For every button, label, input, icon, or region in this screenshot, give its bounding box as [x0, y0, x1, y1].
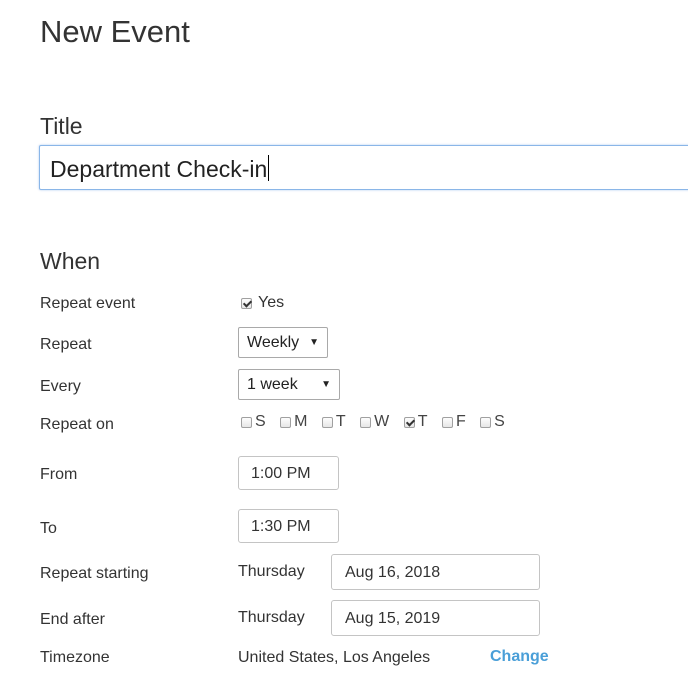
repeat-starting-date-value: Aug 16, 2018: [345, 564, 441, 581]
day-checkbox[interactable]: [441, 416, 453, 428]
timezone-value: United States, Los Angeles: [238, 649, 431, 666]
day-checkbox[interactable]: [241, 416, 252, 428]
end-after-label: End after: [40, 611, 105, 628]
repeat-event-label: Repeat event: [40, 295, 136, 312]
day-option-friday[interactable]: F: [441, 413, 466, 431]
repeat-event-yes-label: Yes: [258, 294, 285, 311]
repeat-frequency-select[interactable]: Weekly ▼: [238, 327, 328, 358]
day-checkbox[interactable]: [280, 416, 292, 428]
day-option-sunday[interactable]: S: [241, 413, 266, 431]
day-checkbox[interactable]: [403, 416, 415, 428]
new-event-page: New Event Title Department Check-in When…: [0, 0, 688, 695]
page-title: New Event: [40, 14, 190, 49]
event-title-value: Department Check-in: [50, 156, 268, 182]
end-after-date-value: Aug 15, 2019: [345, 610, 441, 627]
to-time-input[interactable]: 1:30 PM: [238, 509, 339, 543]
day-checkbox[interactable]: [480, 416, 492, 428]
dropdown-arrow-icon: ▼: [321, 379, 331, 390]
event-title-input[interactable]: Department Check-in: [39, 145, 688, 190]
day-option-tuesday[interactable]: T: [321, 413, 346, 431]
end-after-weekday: Thursday: [238, 609, 305, 626]
from-time-input[interactable]: 1:00 PM: [238, 456, 339, 490]
repeat-label: Repeat: [40, 336, 92, 353]
text-caret: [268, 155, 270, 181]
end-after-date-input[interactable]: Aug 15, 2019: [331, 600, 540, 636]
repeat-starting-date-input[interactable]: Aug 16, 2018: [331, 554, 540, 590]
repeat-on-label: Repeat on: [40, 416, 114, 433]
day-label: F: [455, 413, 466, 430]
every-interval-select[interactable]: 1 week ▼: [238, 369, 340, 400]
change-timezone-link[interactable]: Change: [490, 648, 549, 666]
title-section-heading: Title: [40, 113, 83, 139]
day-label: T: [335, 413, 346, 430]
day-checkbox[interactable]: [360, 416, 372, 428]
repeat-frequency-value: Weekly: [247, 334, 300, 351]
repeat-starting-label: Repeat starting: [40, 565, 149, 582]
repeat-event-option[interactable]: Yes: [241, 294, 284, 312]
dropdown-arrow-icon: ▼: [309, 337, 319, 348]
day-option-thursday[interactable]: T: [403, 413, 428, 431]
day-label: T: [417, 413, 428, 430]
from-time-value: 1:00 PM: [251, 465, 311, 482]
repeat-event-checkbox[interactable]: [241, 297, 252, 309]
repeat-starting-weekday: Thursday: [238, 563, 305, 580]
day-label: S: [255, 413, 266, 430]
from-label: From: [40, 466, 78, 483]
every-interval-value: 1 week: [247, 376, 298, 393]
every-label: Every: [40, 378, 81, 395]
day-option-saturday[interactable]: S: [480, 413, 505, 431]
day-label: M: [294, 413, 308, 430]
timezone-label: Timezone: [40, 649, 110, 666]
day-option-monday[interactable]: M: [280, 413, 307, 431]
day-label: W: [374, 413, 390, 430]
to-label: To: [40, 520, 57, 537]
day-label: S: [494, 413, 505, 430]
to-time-value: 1:30 PM: [251, 518, 311, 535]
day-checkbox[interactable]: [321, 416, 333, 428]
repeat-on-days: S M T W T F S: [241, 413, 515, 431]
when-section-heading: When: [40, 248, 101, 274]
day-option-wednesday[interactable]: W: [360, 413, 389, 431]
